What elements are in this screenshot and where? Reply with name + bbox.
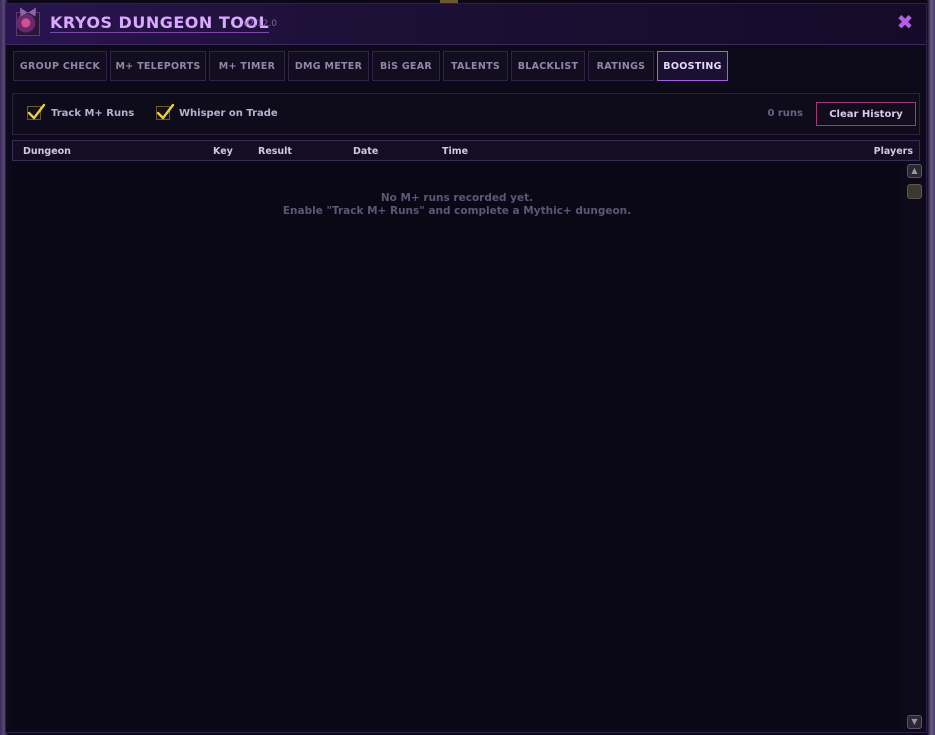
check-icon bbox=[156, 103, 175, 120]
app-logo-icon bbox=[16, 5, 40, 36]
app-version: v2.12.0 bbox=[243, 19, 277, 29]
close-icon: ✖ bbox=[896, 10, 914, 34]
whisper-trade-checkbox[interactable] bbox=[156, 103, 175, 120]
runs-scrollbar[interactable]: ▲ ▼ bbox=[907, 164, 923, 730]
tab-m-teleports[interactable]: M+ TELEPORTS bbox=[110, 51, 206, 81]
column-players[interactable]: Players bbox=[874, 146, 913, 157]
tab-m-timer[interactable]: M+ TIMER bbox=[209, 51, 285, 81]
tab-talents[interactable]: TALENTS bbox=[443, 51, 508, 81]
column-dungeon[interactable]: Dungeon bbox=[23, 146, 71, 157]
column-date[interactable]: Date bbox=[353, 146, 378, 157]
scroll-up-button[interactable]: ▲ bbox=[907, 164, 922, 178]
track-runs-label: Track M+ Runs bbox=[51, 108, 135, 119]
title-bar[interactable]: KRYOS DUNGEON TOOL v2.12.0 ✖ bbox=[6, 4, 926, 45]
check-icon bbox=[27, 103, 46, 120]
clear-history-button[interactable]: Clear History bbox=[816, 102, 916, 126]
runs-count: 0 runs bbox=[767, 108, 803, 119]
tab-boosting[interactable]: BOOSTING bbox=[657, 51, 728, 81]
whisper-trade-label: Whisper on Trade bbox=[179, 108, 278, 119]
column-time[interactable]: Time bbox=[442, 146, 468, 157]
tab-dmg-meter[interactable]: DMG METER bbox=[288, 51, 369, 81]
app-title: KRYOS DUNGEON TOOL bbox=[50, 13, 270, 32]
close-button[interactable]: ✖ bbox=[896, 10, 914, 34]
scroll-thumb[interactable] bbox=[907, 184, 922, 199]
scroll-down-icon: ▼ bbox=[911, 717, 918, 726]
tab-ratings[interactable]: RATINGS bbox=[588, 51, 654, 81]
track-runs-checkbox[interactable] bbox=[27, 103, 46, 120]
boosting-toolbar: Track M+ Runs Whisper on Trade 0 runs Cl… bbox=[12, 93, 920, 135]
tab-blacklist[interactable]: BLACKLIST bbox=[511, 51, 585, 81]
scroll-up-icon: ▲ bbox=[911, 166, 918, 175]
empty-state-title: No M+ runs recorded yet. bbox=[380, 192, 534, 204]
runs-list: No M+ runs recorded yet. Enable "Track M… bbox=[12, 162, 902, 730]
column-key[interactable]: Key bbox=[213, 146, 233, 157]
scroll-down-button[interactable]: ▼ bbox=[907, 715, 922, 729]
column-result[interactable]: Result bbox=[258, 146, 292, 157]
tab-bis-gear[interactable]: BiS GEAR bbox=[372, 51, 440, 81]
runs-table-header: Dungeon Key Result Date Time Players bbox=[12, 140, 920, 161]
addon-window: KRYOS DUNGEON TOOL v2.12.0 ✖ GROUP CHECK… bbox=[5, 3, 927, 733]
tab-group-check[interactable]: GROUP CHECK bbox=[13, 51, 107, 81]
empty-state-hint: Enable "Track M+ Runs" and complete a My… bbox=[282, 205, 632, 217]
